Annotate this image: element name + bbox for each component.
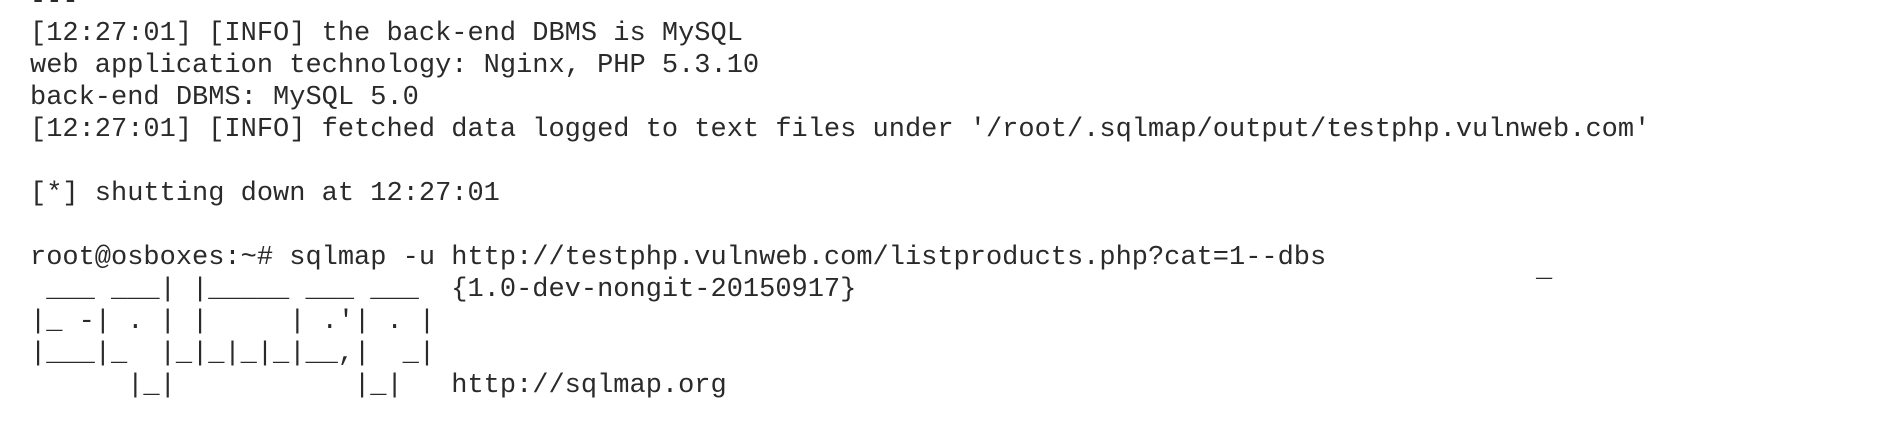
sqlmap-banner-line-1: ___ ___| |_____ ___ ___ {1.0-dev-nongit-… (30, 275, 857, 305)
terminal-output[interactable]: --- [12:27:01] [INFO] the back-end DBMS … (0, 0, 1896, 426)
terminal-line-separator: --- (30, 0, 79, 17)
terminal-line-command: root@osboxes:~# sqlmap -u http://testphp… (30, 243, 1327, 273)
sqlmap-banner-line-4: |_| |_| http://sqlmap.org (30, 371, 727, 401)
terminal-cursor: _ (1536, 255, 1553, 285)
sqlmap-banner-line-3: |___|_ |_|_|_|_|__,| _| (30, 339, 436, 369)
sqlmap-banner-line-2: |_ -| . | | | .'| . | (30, 307, 436, 337)
terminal-line-shutdown: [*] shutting down at 12:27:01 (30, 179, 500, 209)
terminal-line-backend-dbms: back-end DBMS: MySQL 5.0 (30, 83, 419, 113)
terminal-line-info-dbms: [12:27:01] [INFO] the back-end DBMS is M… (30, 19, 743, 49)
terminal-line-web-tech: web application technology: Nginx, PHP 5… (30, 51, 760, 81)
terminal-line-info-output: [12:27:01] [INFO] fetched data logged to… (30, 115, 1651, 145)
